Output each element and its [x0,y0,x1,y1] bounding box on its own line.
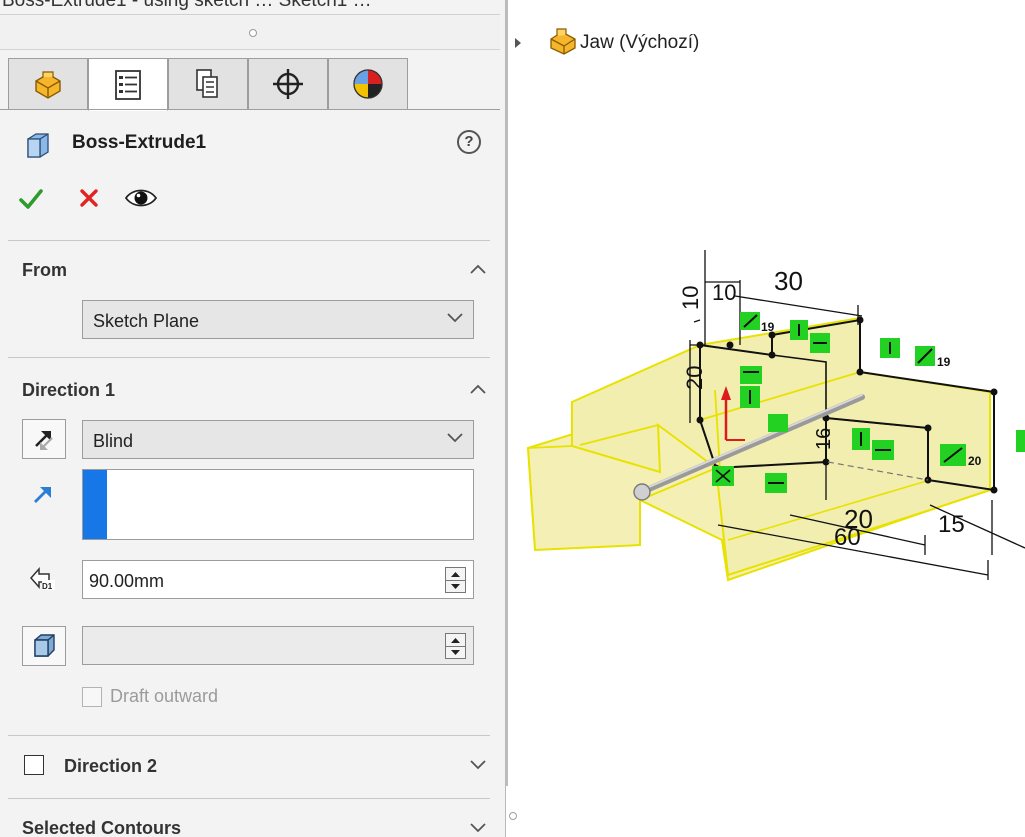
direction2-checkbox[interactable] [24,755,44,775]
featuremanager-icon [35,71,61,99]
manager-tabs [8,58,414,111]
direction1-section-title[interactable]: Direction 1 [22,380,115,401]
tabs-baseline [0,109,500,110]
direction-reference-selection-box[interactable] [82,469,474,540]
reverse-direction-button[interactable] [22,419,66,459]
spin-up-icon[interactable] [446,568,465,580]
ok-check-icon[interactable] [18,186,44,212]
draft-angle-input[interactable] [82,626,474,665]
section-divider [8,357,490,358]
end-condition-value: Blind [93,431,134,451]
splitter-handle-icon[interactable] [249,29,257,37]
relation-angle-20: 20 [968,454,982,468]
tab-propertymanager[interactable] [88,58,168,111]
chevron-up-icon[interactable] [470,264,486,274]
draft-angle-spinner[interactable] [445,633,466,659]
configurationmanager-icon [196,69,218,98]
extrude-feature-icon [27,133,49,158]
cancel-x-icon[interactable] [77,186,101,210]
feature-title: Boss-Extrude1 [72,132,207,153]
depth-dimension-icon: D1 [29,567,55,591]
panel-resize-handle-icon[interactable] [509,812,517,820]
propertymanager-icon [115,69,141,100]
tab-displaymanager[interactable] [328,58,408,110]
section-divider [8,735,490,736]
svg-text:D1: D1 [42,582,53,591]
dimension-10[interactable]: 10 [712,280,736,305]
chevron-down-icon [447,313,463,323]
dimension-20-vertical[interactable]: 20 [682,366,707,390]
chevron-down-icon[interactable] [470,823,486,833]
relation-angle-19-b: 19 [937,355,951,369]
feature-header: Boss-Extrude1 ? [22,130,492,158]
spin-down-icon[interactable] [446,647,465,659]
dimension-10-vertical[interactable]: 10 [678,286,703,310]
from-start-condition-value: Sketch Plane [93,311,200,331]
dimension-30[interactable]: 30 [774,266,803,296]
expand-arrow-icon[interactable] [515,38,521,48]
section-divider [8,798,490,799]
header-divider [0,14,500,15]
from-section-title[interactable]: From [22,260,67,281]
tab-configurationmanager[interactable] [168,58,248,110]
from-start-condition-dropdown[interactable]: Sketch Plane [82,300,474,339]
chevron-down-icon[interactable] [470,760,486,770]
depth-input[interactable]: 90.00mm [82,560,474,599]
tab-featuremanager[interactable] [8,58,88,110]
help-icon[interactable]: ? [457,130,481,154]
direction-of-extrusion-icon [34,487,51,503]
draft-outward-label: Draft outward [110,686,219,706]
reverse-direction-icon [35,431,53,450]
selected-contours-section-title[interactable]: Selected Contours [22,818,181,837]
depth-spinner[interactable] [445,567,466,593]
panel-splitter[interactable] [0,16,500,50]
draft-outward-checkbox[interactable] [82,687,102,707]
depth-value: 90.00mm [89,571,165,591]
chevron-up-icon[interactable] [470,384,486,394]
displaymanager-icon [353,69,383,99]
dimxpertmanager-icon [273,69,303,99]
relation-angle-19-a: 19 [761,320,775,334]
draft-toggle-button[interactable] [22,626,66,666]
spin-up-icon[interactable] [446,634,465,646]
tab-dimxpertmanager[interactable] [248,58,328,110]
section-divider [8,240,490,241]
dimension-16[interactable]: 16 [813,428,835,450]
part-icon [550,28,576,55]
direction2-section-title[interactable]: Direction 2 [64,756,157,777]
end-condition-dropdown[interactable]: Blind [82,420,474,459]
clipped-header-label: Boss-Extrude1 - using sketch … Sketch1 … [2,0,372,11]
dimension-15[interactable]: 15 [938,511,965,538]
chevron-down-icon [447,433,463,443]
dimension-60[interactable]: 60 [834,524,861,551]
graphics-viewport[interactable]: 10 30 10 20 20 60 15 16 19 19 20 [508,230,1025,590]
property-manager-panel: Boss-Extrude1 - using sketch … Sketch1 … [0,0,506,837]
detailed-preview-eye-icon[interactable] [124,184,158,212]
draft-icon [34,634,55,657]
part-tree-label[interactable]: Jaw (Výchozí) [580,32,699,54]
active-selection-indicator [83,470,107,539]
spin-down-icon[interactable] [446,581,465,593]
